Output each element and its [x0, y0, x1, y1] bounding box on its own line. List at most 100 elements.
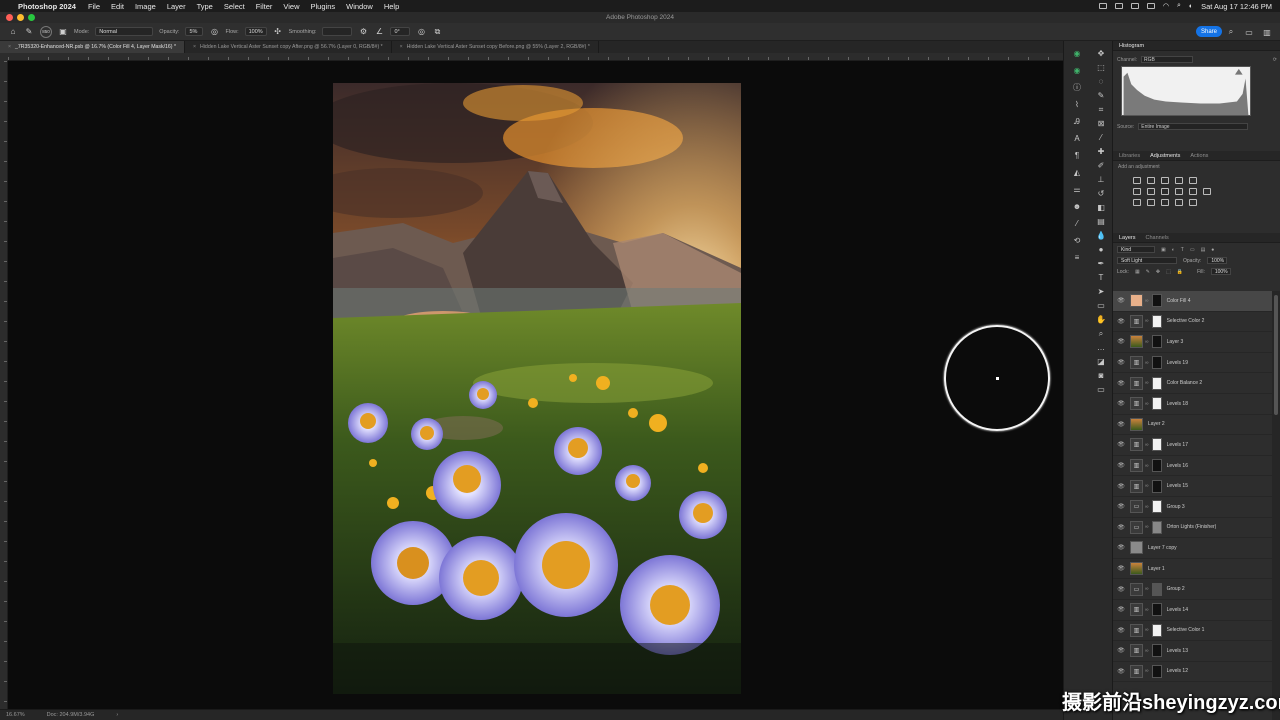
ruler-corner[interactable]: [0, 53, 8, 61]
vertical-ruler[interactable]: [0, 61, 8, 709]
glyphs-icon[interactable]: Ꭿ: [1072, 117, 1082, 127]
layer-mask-thumbnail[interactable]: [1151, 356, 1162, 370]
layer-thumbnail[interactable]: ▥: [1130, 644, 1143, 658]
visibility-eye-icon[interactable]: 👁: [1116, 647, 1126, 654]
exposure-icon[interactable]: [1175, 177, 1183, 184]
blend-mode-select[interactable]: Soft Light: [1117, 257, 1177, 264]
layer-row[interactable]: 👁 ▭ ∞ Group 3: [1113, 497, 1273, 518]
discover-icon[interactable]: ◉: [1072, 66, 1082, 76]
visibility-eye-icon[interactable]: 👁: [1116, 627, 1126, 634]
layer-mask-thumbnail[interactable]: [1151, 335, 1162, 349]
layer-thumbnail[interactable]: ▭: [1130, 582, 1143, 596]
more-tools-icon[interactable]: …: [1096, 343, 1106, 353]
link-icon[interactable]: ∞: [1145, 463, 1149, 469]
posterize-icon[interactable]: [1147, 199, 1155, 206]
layer-name[interactable]: Layer 7 copy: [1148, 545, 1177, 551]
filter-smart-icon[interactable]: ▤: [1201, 247, 1206, 253]
visibility-eye-icon[interactable]: 👁: [1116, 400, 1126, 407]
battery-icon[interactable]: [1146, 3, 1155, 9]
document-image[interactable]: [333, 83, 741, 694]
link-icon[interactable]: ∞: [1145, 524, 1149, 530]
quick-select-icon[interactable]: ✎: [1096, 91, 1106, 101]
visibility-eye-icon[interactable]: 👁: [1116, 606, 1126, 613]
tab-libraries[interactable]: Libraries: [1119, 153, 1140, 159]
layer-filter-kind[interactable]: Kind: [1117, 246, 1155, 253]
menu-view[interactable]: View: [283, 2, 299, 11]
path-select-icon[interactable]: ➤: [1096, 287, 1106, 297]
layer-name[interactable]: Color Fill 4: [1167, 298, 1191, 304]
layer-row[interactable]: 👁 ▥ ∞ Levels 16: [1113, 456, 1273, 477]
layers-scrollbar[interactable]: [1272, 291, 1280, 720]
layer-thumbnail[interactable]: [1130, 562, 1143, 576]
link-icon[interactable]: ∞: [1145, 318, 1149, 324]
layer-row[interactable]: 👁 ▥ ∞ Levels 12: [1113, 662, 1273, 683]
brush-settings-icon[interactable]: ▣: [58, 27, 68, 37]
link-icon[interactable]: ∞: [1145, 442, 1149, 448]
layer-row[interactable]: 👁 ▥ ∞ Selective Color 1: [1113, 621, 1273, 642]
layer-thumbnail[interactable]: ▥: [1130, 356, 1143, 370]
tab-adjustments[interactable]: Adjustments: [1150, 153, 1180, 159]
layer-thumbnail[interactable]: ▭: [1130, 520, 1143, 534]
paragraph-icon[interactable]: ¶: [1072, 151, 1082, 161]
layer-name[interactable]: Layer 1: [1148, 566, 1165, 572]
brush-tool-icon[interactable]: ✎: [24, 27, 34, 37]
layer-mask-thumbnail[interactable]: [1151, 294, 1162, 308]
layer-thumbnail[interactable]: [1130, 294, 1143, 308]
visibility-eye-icon[interactable]: 👁: [1116, 359, 1126, 366]
layer-thumbnail[interactable]: [1130, 417, 1143, 431]
flow-field[interactable]: 100%: [244, 27, 267, 36]
blur-icon[interactable]: 💧: [1096, 231, 1106, 241]
layer-mask-thumbnail[interactable]: [1151, 314, 1162, 328]
eraser-icon[interactable]: ◧: [1096, 203, 1106, 213]
layer-row[interactable]: 👁 ▥ ∞ Levels 13: [1113, 641, 1273, 662]
color-swatches-icon[interactable]: ◪: [1096, 357, 1106, 367]
layer-thumbnail[interactable]: ▥: [1130, 397, 1143, 411]
visibility-eye-icon[interactable]: 👁: [1116, 318, 1126, 325]
layer-name[interactable]: Layer 3: [1167, 339, 1184, 345]
tab-histogram[interactable]: Histogram: [1119, 43, 1144, 49]
close-tab-icon[interactable]: ×: [400, 44, 403, 50]
marquee-tool-icon[interactable]: ⬚: [1096, 63, 1106, 73]
invert-icon[interactable]: [1133, 199, 1141, 206]
link-icon[interactable]: ∞: [1145, 483, 1149, 489]
creative-cloud-icon[interactable]: [1098, 3, 1107, 9]
tab-document-1[interactable]: × _7R35320-Enhanced-NR.psb @ 16.7% (Color…: [0, 41, 185, 53]
adjust-icon[interactable]: ≡: [1072, 253, 1082, 263]
layer-mask-thumbnail[interactable]: [1151, 582, 1162, 596]
menu-app-name[interactable]: Photoshop 2024: [18, 2, 76, 11]
filter-type-icon[interactable]: T: [1181, 247, 1184, 253]
opacity-field[interactable]: 5%: [185, 27, 204, 36]
layer-row[interactable]: 👁 ▭ ∞ Orton Lights (Finisher): [1113, 518, 1273, 539]
history-brush-icon[interactable]: ↺: [1096, 189, 1106, 199]
menu-help[interactable]: Help: [384, 2, 399, 11]
menu-edit[interactable]: Edit: [111, 2, 124, 11]
healing-brush-icon[interactable]: ✚: [1096, 147, 1106, 157]
visibility-eye-icon[interactable]: 👁: [1116, 524, 1126, 531]
layer-row[interactable]: 👁 ▥ ∞ Selective Color 2: [1113, 312, 1273, 333]
layer-name[interactable]: Levels 12: [1167, 668, 1188, 674]
layer-thumbnail[interactable]: ▥: [1130, 459, 1143, 473]
menu-select[interactable]: Select: [224, 2, 245, 11]
link-icon[interactable]: ∞: [1145, 668, 1149, 674]
share-button[interactable]: Share: [1196, 26, 1222, 37]
hue-saturation-icon[interactable]: [1133, 188, 1141, 195]
layer-thumbnail[interactable]: [1130, 541, 1143, 555]
wifi-icon[interactable]: ◠: [1163, 2, 1169, 10]
clone-stamp-icon[interactable]: ⊥: [1096, 175, 1106, 185]
workspace-icon[interactable]: ▭: [1244, 27, 1254, 37]
layer-name[interactable]: Selective Color 2: [1167, 318, 1205, 324]
layer-name[interactable]: Levels 19: [1167, 360, 1188, 366]
doc-size[interactable]: Doc: 204.9M/3.94G: [47, 712, 95, 718]
layer-row[interactable]: 👁 ∞ Color Fill 4: [1113, 291, 1273, 312]
lock-artboard-icon[interactable]: ⬚: [1166, 269, 1171, 275]
selective-color-icon[interactable]: [1189, 199, 1197, 206]
channel-mixer-icon[interactable]: [1189, 188, 1197, 195]
status-menu-icon[interactable]: ›: [116, 712, 118, 718]
lock-position-icon[interactable]: ✥: [1156, 269, 1160, 275]
brightness-icon[interactable]: [1133, 177, 1141, 184]
zoom-level[interactable]: 16.67%: [6, 712, 25, 718]
smoothing-field[interactable]: [322, 27, 353, 36]
channel-select[interactable]: RGB: [1141, 56, 1194, 63]
visibility-eye-icon[interactable]: 👁: [1116, 421, 1126, 428]
layer-row[interactable]: 👁 Layer 7 copy: [1113, 538, 1273, 559]
